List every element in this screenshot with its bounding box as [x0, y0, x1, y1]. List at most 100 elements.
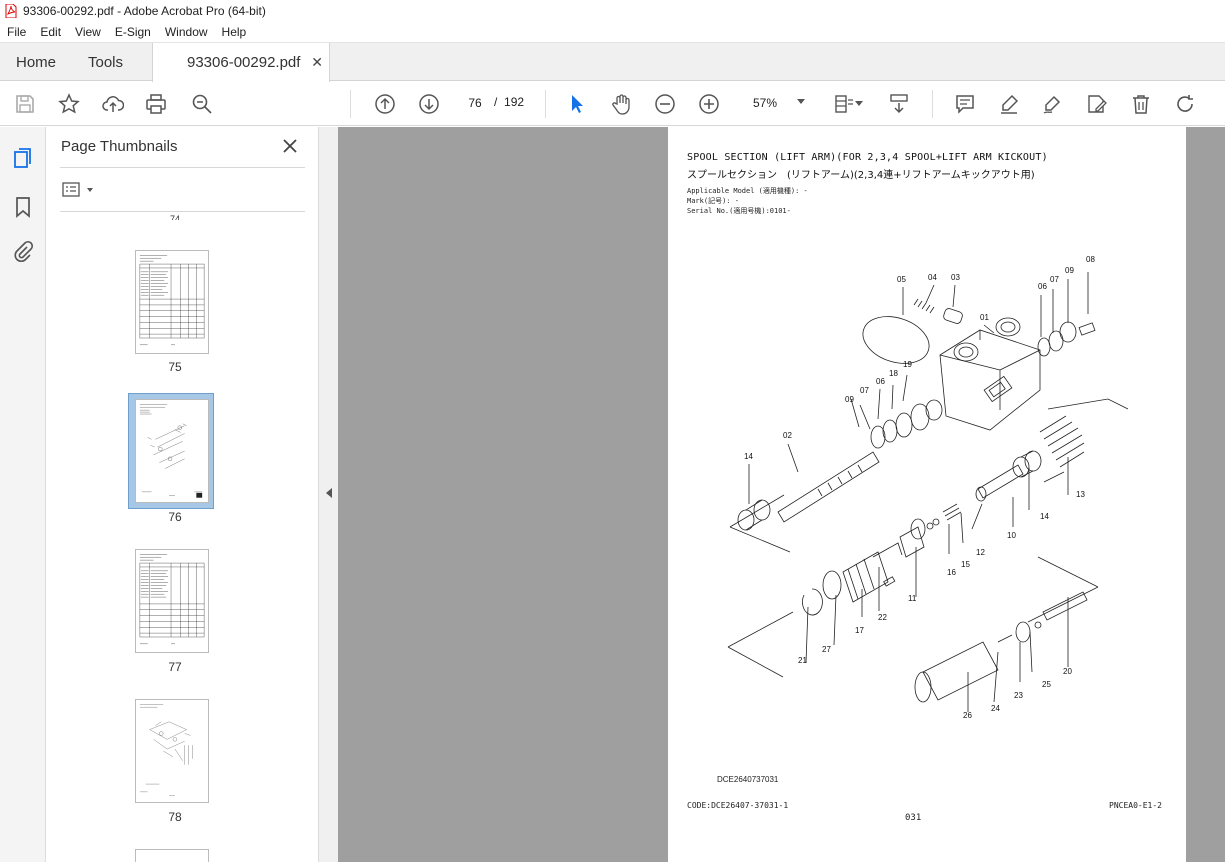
toolbar-divider: [932, 90, 933, 118]
acrobat-pdf-icon: [5, 4, 17, 18]
main-toolbar: 76 / 192 57%: [0, 82, 1225, 126]
part-diaphragm: [862, 316, 930, 364]
exploded-parts-diagram: 05 04 03 01 06 07 09 08 19 18 06 07 09 0…: [727, 255, 1129, 720]
bookmarks-icon[interactable]: [11, 195, 35, 219]
page-thumbnails-panel: Page Thumbnails 74 75 76 77 78: [46, 127, 355, 862]
thumbnail-list: 74 75 76 77 78: [60, 212, 290, 862]
thumbnail-label: 77: [168, 660, 182, 674]
part-label: 13: [1076, 490, 1085, 499]
thumbnail-page[interactable]: [135, 699, 209, 803]
part-label: 09: [1065, 266, 1074, 275]
panel-collapse-handle[interactable]: [318, 127, 338, 862]
delete-trash-icon[interactable]: [1129, 92, 1153, 116]
pdf-page: SPOOL SECTION (LIFT ARM)(FOR 2,3,4 SPOOL…: [668, 127, 1186, 862]
attachments-paperclip-icon[interactable]: [11, 240, 35, 264]
page-count: / 192: [494, 95, 525, 109]
part-sleeve: [922, 641, 999, 701]
close-tab-icon[interactable]: ✕: [311, 54, 323, 71]
panel-title: Page Thumbnails: [61, 138, 178, 155]
navigation-rail: [0, 127, 46, 862]
page-thumbnails-icon[interactable]: [11, 147, 35, 171]
toolbar-divider: [350, 90, 351, 118]
save-icon[interactable]: [13, 92, 37, 116]
part-label: 04: [928, 273, 937, 282]
part-label: 16: [947, 568, 956, 577]
menu-edit[interactable]: Edit: [33, 25, 68, 39]
part-label: 26: [963, 711, 972, 720]
chevron-down-icon: [797, 99, 805, 104]
fill-sign-icon[interactable]: [1085, 92, 1109, 116]
zoom-in-icon[interactable]: [697, 92, 721, 116]
part-label: 19: [903, 360, 912, 369]
zoom-search-icon[interactable]: [190, 92, 214, 116]
part-guide: [842, 551, 889, 603]
highlight-pen-icon[interactable]: [997, 92, 1021, 116]
tab-tools[interactable]: Tools: [88, 43, 123, 81]
part-label: 25: [1042, 680, 1051, 689]
footer-revision: PNCEA0-E1-2: [1109, 801, 1162, 810]
print-icon[interactable]: [144, 92, 168, 116]
part-label: 15: [961, 560, 970, 569]
part-label: 12: [976, 548, 985, 557]
zoom-level-select[interactable]: 57%: [741, 91, 811, 115]
tab-document-label: 93306-00292.pdf: [187, 54, 301, 71]
comment-icon[interactable]: [953, 92, 977, 116]
menu-view[interactable]: View: [68, 25, 108, 39]
thumbnail-page-selected[interactable]: [135, 399, 209, 503]
part-label: 23: [1014, 691, 1023, 700]
thumbnail-label: 74: [169, 214, 180, 220]
thumbnail-page[interactable]: [135, 849, 209, 862]
part-label: 14: [744, 452, 753, 461]
thumbnail-label: 75: [168, 360, 182, 374]
part-label: 14: [1040, 512, 1049, 521]
tab-bar: Home Tools 93306-00292.pdf ✕: [0, 43, 1225, 82]
part-label: 03: [951, 273, 960, 282]
bookmark-star-icon[interactable]: [57, 92, 81, 116]
page-number-label: 031: [905, 813, 922, 823]
hand-tool-icon[interactable]: [609, 92, 633, 116]
close-icon[interactable]: [281, 137, 299, 155]
part-label: 22: [878, 613, 887, 622]
next-page-icon[interactable]: [417, 92, 441, 116]
tab-document[interactable]: 93306-00292.pdf ✕: [152, 43, 330, 82]
part-label: 18: [889, 369, 898, 378]
part-spring: [913, 298, 935, 314]
part-label: 09: [845, 395, 854, 404]
previous-page-icon[interactable]: [373, 92, 397, 116]
part-plug: [943, 308, 963, 324]
menu-help[interactable]: Help: [215, 25, 254, 39]
chevron-left-icon[interactable]: [325, 488, 333, 498]
menu-window[interactable]: Window: [158, 25, 215, 39]
zoom-value: 57%: [753, 96, 778, 110]
part-boot-bellows: [1039, 415, 1085, 468]
thumbnail-options-menu[interactable]: [62, 181, 96, 199]
part-label: 01: [980, 313, 989, 322]
tab-home[interactable]: Home: [16, 43, 56, 81]
footer-code: CODE:DCE26407-37031-1: [687, 801, 789, 810]
menu-file[interactable]: File: [0, 25, 33, 39]
chevron-down-icon[interactable]: [853, 92, 865, 116]
draw-sign-icon[interactable]: [1040, 92, 1064, 116]
part-label: 05: [897, 275, 906, 284]
scroll-mode-icon[interactable]: [887, 92, 911, 116]
part-valve-body: [939, 329, 1041, 431]
redo-icon[interactable]: [1173, 92, 1197, 116]
part-label: 08: [1086, 255, 1095, 264]
title-bar: 93306-00292.pdf - Adobe Acrobat Pro (64-…: [0, 0, 1225, 22]
part-label: 06: [876, 377, 885, 386]
thumbnail-label: 78: [168, 810, 182, 824]
page-number-input[interactable]: 76: [461, 91, 489, 115]
cloud-upload-icon[interactable]: [101, 92, 125, 116]
select-cursor-icon[interactable]: [565, 92, 589, 116]
window-title: 93306-00292.pdf - Adobe Acrobat Pro (64-…: [23, 4, 266, 18]
zoom-out-icon[interactable]: [653, 92, 677, 116]
part-label: 02: [783, 431, 792, 440]
thumbnail-label: 76: [168, 510, 182, 524]
menu-esign[interactable]: E-Sign: [108, 25, 158, 39]
thumbnail-page[interactable]: [135, 549, 209, 653]
thumbnail-page[interactable]: [135, 250, 209, 354]
page-total: 192: [504, 95, 525, 109]
part-snap-ring: [802, 588, 823, 616]
part-label: 17: [855, 626, 864, 635]
document-viewer[interactable]: SPOOL SECTION (LIFT ARM)(FOR 2,3,4 SPOOL…: [338, 127, 1225, 862]
